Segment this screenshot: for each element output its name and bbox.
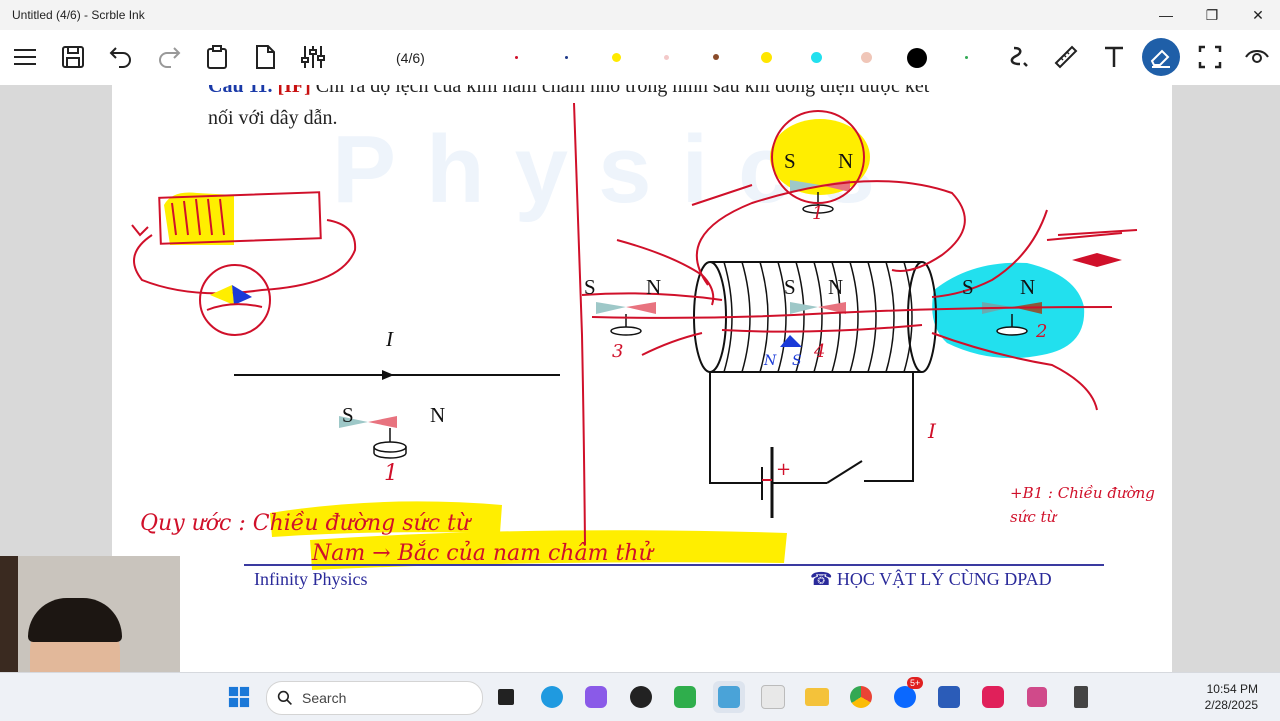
tiktok-icon[interactable] — [977, 681, 1009, 713]
handwritten-note-line-1: Quy ước : Chiều đường sức từ — [140, 511, 471, 536]
start-icon[interactable] — [223, 681, 255, 713]
settings-sliders-icon[interactable] — [294, 38, 332, 76]
search-box[interactable]: Search — [266, 681, 483, 715]
ink-canvas[interactable]: Physics Câu 11. [IF] Chỉ ra độ lệch của … — [0, 85, 1280, 672]
ruler-icon[interactable] — [1047, 38, 1085, 76]
handwritten-label: 1 — [812, 203, 824, 224]
color-swatch[interactable] — [907, 48, 927, 68]
undo-icon[interactable] — [102, 38, 140, 76]
handwritten-label: 2 — [1036, 321, 1048, 342]
battery-plus: + — [776, 459, 792, 480]
snipping-tool-icon[interactable] — [1021, 681, 1053, 713]
color-swatch[interactable] — [612, 53, 621, 62]
redo-icon[interactable] — [150, 38, 188, 76]
toolbar: (4/6) — [0, 30, 1280, 85]
left-north-label: N — [646, 275, 662, 299]
footer-left: Infinity Physics — [254, 569, 368, 589]
page-indicator: (4/6) — [396, 50, 425, 66]
north-label: N — [430, 403, 446, 427]
color-swatch[interactable] — [761, 52, 772, 63]
color-swatch[interactable] — [811, 52, 822, 63]
south-label: S — [342, 403, 354, 427]
highlight-right-compass — [932, 262, 1085, 359]
circuit-current-label: I — [928, 419, 936, 443]
color-swatch[interactable] — [565, 56, 568, 59]
handwritten-label: 3 — [612, 341, 624, 362]
clock-date: 2/28/2025 — [1204, 698, 1258, 712]
top-south-label: S — [784, 149, 796, 173]
color-swatch[interactable] — [664, 55, 669, 60]
window-title: Untitled (4/6) - Scrble Ink — [12, 8, 145, 22]
paint-icon[interactable] — [757, 681, 789, 713]
text-icon[interactable] — [1095, 38, 1133, 76]
document-page[interactable]: Physics Câu 11. [IF] Chỉ ra độ lệch của … — [112, 85, 1172, 672]
clock-time: 10:54 PM — [1206, 682, 1258, 696]
obs-icon[interactable] — [625, 681, 657, 713]
camtasia-icon[interactable] — [669, 681, 701, 713]
divider-stroke — [573, 102, 586, 546]
system-clock[interactable]: 10:54 PM 2/28/2025 — [1180, 681, 1258, 713]
zalo-icon[interactable]: 5+ — [889, 677, 924, 713]
new-page-icon[interactable] — [246, 38, 284, 76]
right-south-label: S — [962, 275, 974, 299]
chrome-icon[interactable] — [845, 681, 877, 713]
eraser-icon[interactable] — [1142, 38, 1180, 76]
pen-stroke-icon[interactable] — [1000, 38, 1038, 76]
view-icon[interactable] — [1238, 38, 1276, 76]
mid-north-label: N — [828, 275, 844, 299]
task-view-icon[interactable] — [490, 681, 522, 713]
top-north-label: N — [838, 149, 854, 173]
mid-south-label: S — [784, 275, 796, 299]
color-swatch[interactable] — [515, 56, 518, 59]
color-swatch[interactable] — [965, 56, 968, 59]
menu-icon[interactable] — [6, 38, 44, 76]
paste-icon[interactable] — [198, 38, 236, 76]
handwritten-label: 4 — [814, 341, 826, 362]
calculator-icon[interactable] — [1065, 681, 1097, 713]
save-icon[interactable] — [54, 38, 92, 76]
zalo-badge: 5+ — [907, 677, 924, 689]
minimize-button[interactable]: — — [1143, 0, 1189, 30]
current-arrow-icon — [382, 370, 394, 380]
footer-right: ☎ HỌC VẬT LÝ CÙNG DPAD — [810, 569, 1052, 589]
close-button[interactable]: ✕ — [1235, 0, 1280, 30]
restore-button[interactable]: ❐ — [1189, 0, 1235, 30]
handwritten-label: N — [764, 353, 777, 369]
handwritten-label: S — [792, 353, 802, 369]
word-icon[interactable] — [933, 681, 965, 713]
search-placeholder: Search — [302, 690, 347, 706]
handwritten-side-note: +B1 : Chiều đường sức từ — [1010, 484, 1155, 526]
edge-icon[interactable] — [536, 681, 568, 713]
selection-icon[interactable] — [1191, 38, 1229, 76]
copilot-icon[interactable] — [580, 681, 612, 713]
scrble-ink-icon[interactable] — [713, 681, 745, 713]
handwritten-note-line-2: Nam → Bắc của nam châm thử — [312, 541, 653, 566]
compass-needle-north — [368, 416, 397, 428]
left-south-label: S — [584, 275, 596, 299]
file-explorer-icon[interactable] — [801, 681, 833, 713]
title-bar: Untitled (4/6) - Scrble Ink — ❐ ✕ — [0, 0, 1280, 30]
color-swatch[interactable] — [861, 52, 872, 63]
footer-rule — [244, 564, 1104, 566]
current-label: I — [386, 327, 393, 351]
taskbar: Search 5+ 10:54 PM 2/28/2025 — [0, 672, 1280, 721]
right-north-label: N — [1020, 275, 1036, 299]
handwritten-index: 1 — [384, 461, 398, 486]
color-swatch[interactable] — [713, 54, 719, 60]
search-icon — [277, 690, 292, 705]
